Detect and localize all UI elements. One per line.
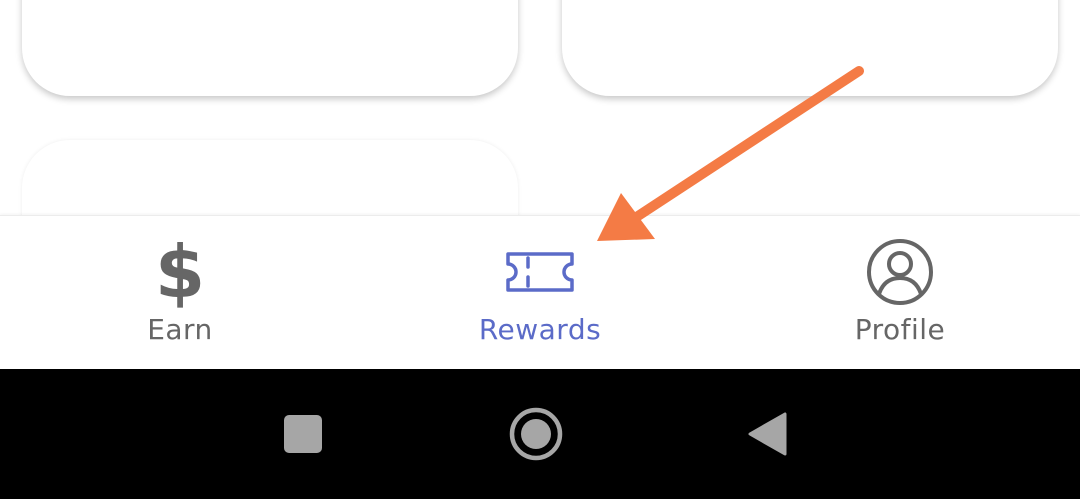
nav-tab-earn-label: Earn xyxy=(147,313,213,346)
dollar-icon: $ xyxy=(144,236,216,308)
bottom-navigation-bar: $ Earn Rewards Profile xyxy=(0,215,1080,370)
back-icon xyxy=(748,412,787,456)
content-area xyxy=(0,0,1080,215)
content-card[interactable] xyxy=(562,0,1058,96)
recents-icon xyxy=(284,415,322,453)
nav-tab-profile[interactable]: Profile xyxy=(720,216,1080,370)
recents-button[interactable] xyxy=(268,399,338,469)
dollar-symbol: $ xyxy=(154,230,206,314)
home-icon xyxy=(509,407,563,461)
system-navigation-bar xyxy=(0,369,1080,499)
ticket-icon xyxy=(504,236,576,308)
nav-tab-rewards[interactable]: Rewards xyxy=(360,216,720,370)
nav-tab-earn[interactable]: $ Earn xyxy=(0,216,360,370)
back-button[interactable] xyxy=(732,399,802,469)
profile-icon xyxy=(864,236,936,308)
content-card[interactable] xyxy=(22,140,518,215)
nav-tab-rewards-label: Rewards xyxy=(478,313,602,346)
nav-tab-profile-label: Profile xyxy=(854,313,946,346)
content-card[interactable] xyxy=(22,0,518,96)
home-button[interactable] xyxy=(501,399,571,469)
